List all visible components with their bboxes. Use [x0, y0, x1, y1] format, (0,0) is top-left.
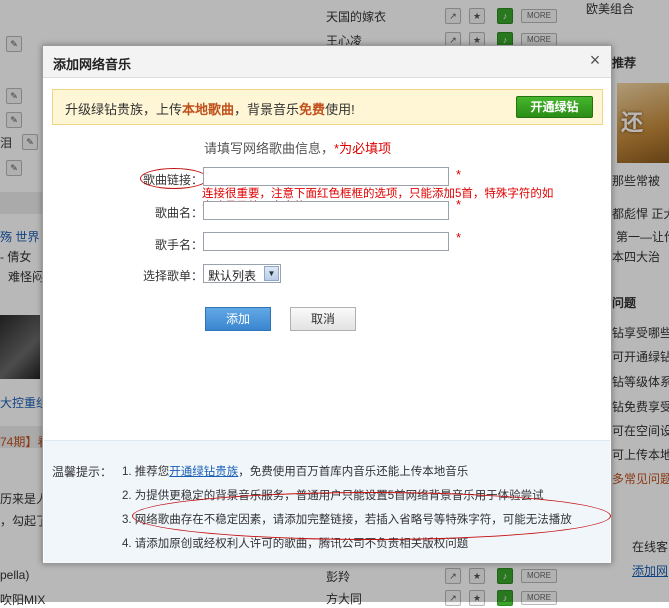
- form-intro: 请填写网络歌曲信息，*为必填项: [204, 141, 392, 156]
- tips-panel: 温馨提示： 1. 推荐您开通绿钻贵族，免费使用百万首库内音乐还能上传本地音乐 2…: [44, 440, 611, 563]
- cancel-button[interactable]: 取消: [290, 307, 356, 331]
- song-link-input[interactable]: [203, 167, 449, 186]
- add-button[interactable]: 添加: [205, 307, 271, 331]
- promo-text: 升级绿钻贵族，上传本地歌曲，背景音乐免费使用!: [65, 102, 355, 117]
- playlist-label: 选择歌单：: [142, 269, 203, 283]
- tips-label: 温馨提示：: [52, 465, 113, 479]
- open-green-diamond-link[interactable]: 开通绿钻贵族: [169, 466, 238, 478]
- promo-highlight: 免费: [299, 102, 326, 117]
- close-icon[interactable]: ×: [586, 51, 604, 69]
- open-green-diamond-button[interactable]: 开通绿钻: [516, 96, 593, 118]
- required-mark: *: [456, 197, 462, 212]
- tip-item: 1. 推荐您开通绿钻贵族，免费使用百万首库内音乐还能上传本地音乐: [122, 466, 469, 478]
- required-mark: *: [456, 230, 462, 245]
- chevron-down-icon[interactable]: ▼: [264, 266, 279, 281]
- annotation-circle: [140, 168, 208, 189]
- singer-input[interactable]: [203, 232, 449, 251]
- song-name-label: 歌曲名：: [154, 206, 203, 220]
- playlist-select-value: 默认列表: [208, 269, 257, 283]
- dialog-title: 添加网络音乐: [53, 57, 132, 72]
- playlist-select[interactable]: 默认列表 ▼: [203, 264, 281, 283]
- required-mark: *: [456, 167, 462, 182]
- promo-banner: 升级绿钻贵族，上传本地歌曲，背景音乐免费使用! 开通绿钻: [52, 89, 603, 125]
- song-name-input[interactable]: [203, 201, 449, 220]
- add-music-dialog: 添加网络音乐 × 升级绿钻贵族，上传本地歌曲，背景音乐免费使用! 开通绿钻 请填…: [42, 45, 612, 564]
- singer-label: 歌手名：: [154, 238, 203, 252]
- promo-highlight: 本地歌曲: [182, 102, 235, 117]
- dialog-header: 添加网络音乐 ×: [43, 46, 611, 78]
- annotation-circle: [132, 492, 611, 540]
